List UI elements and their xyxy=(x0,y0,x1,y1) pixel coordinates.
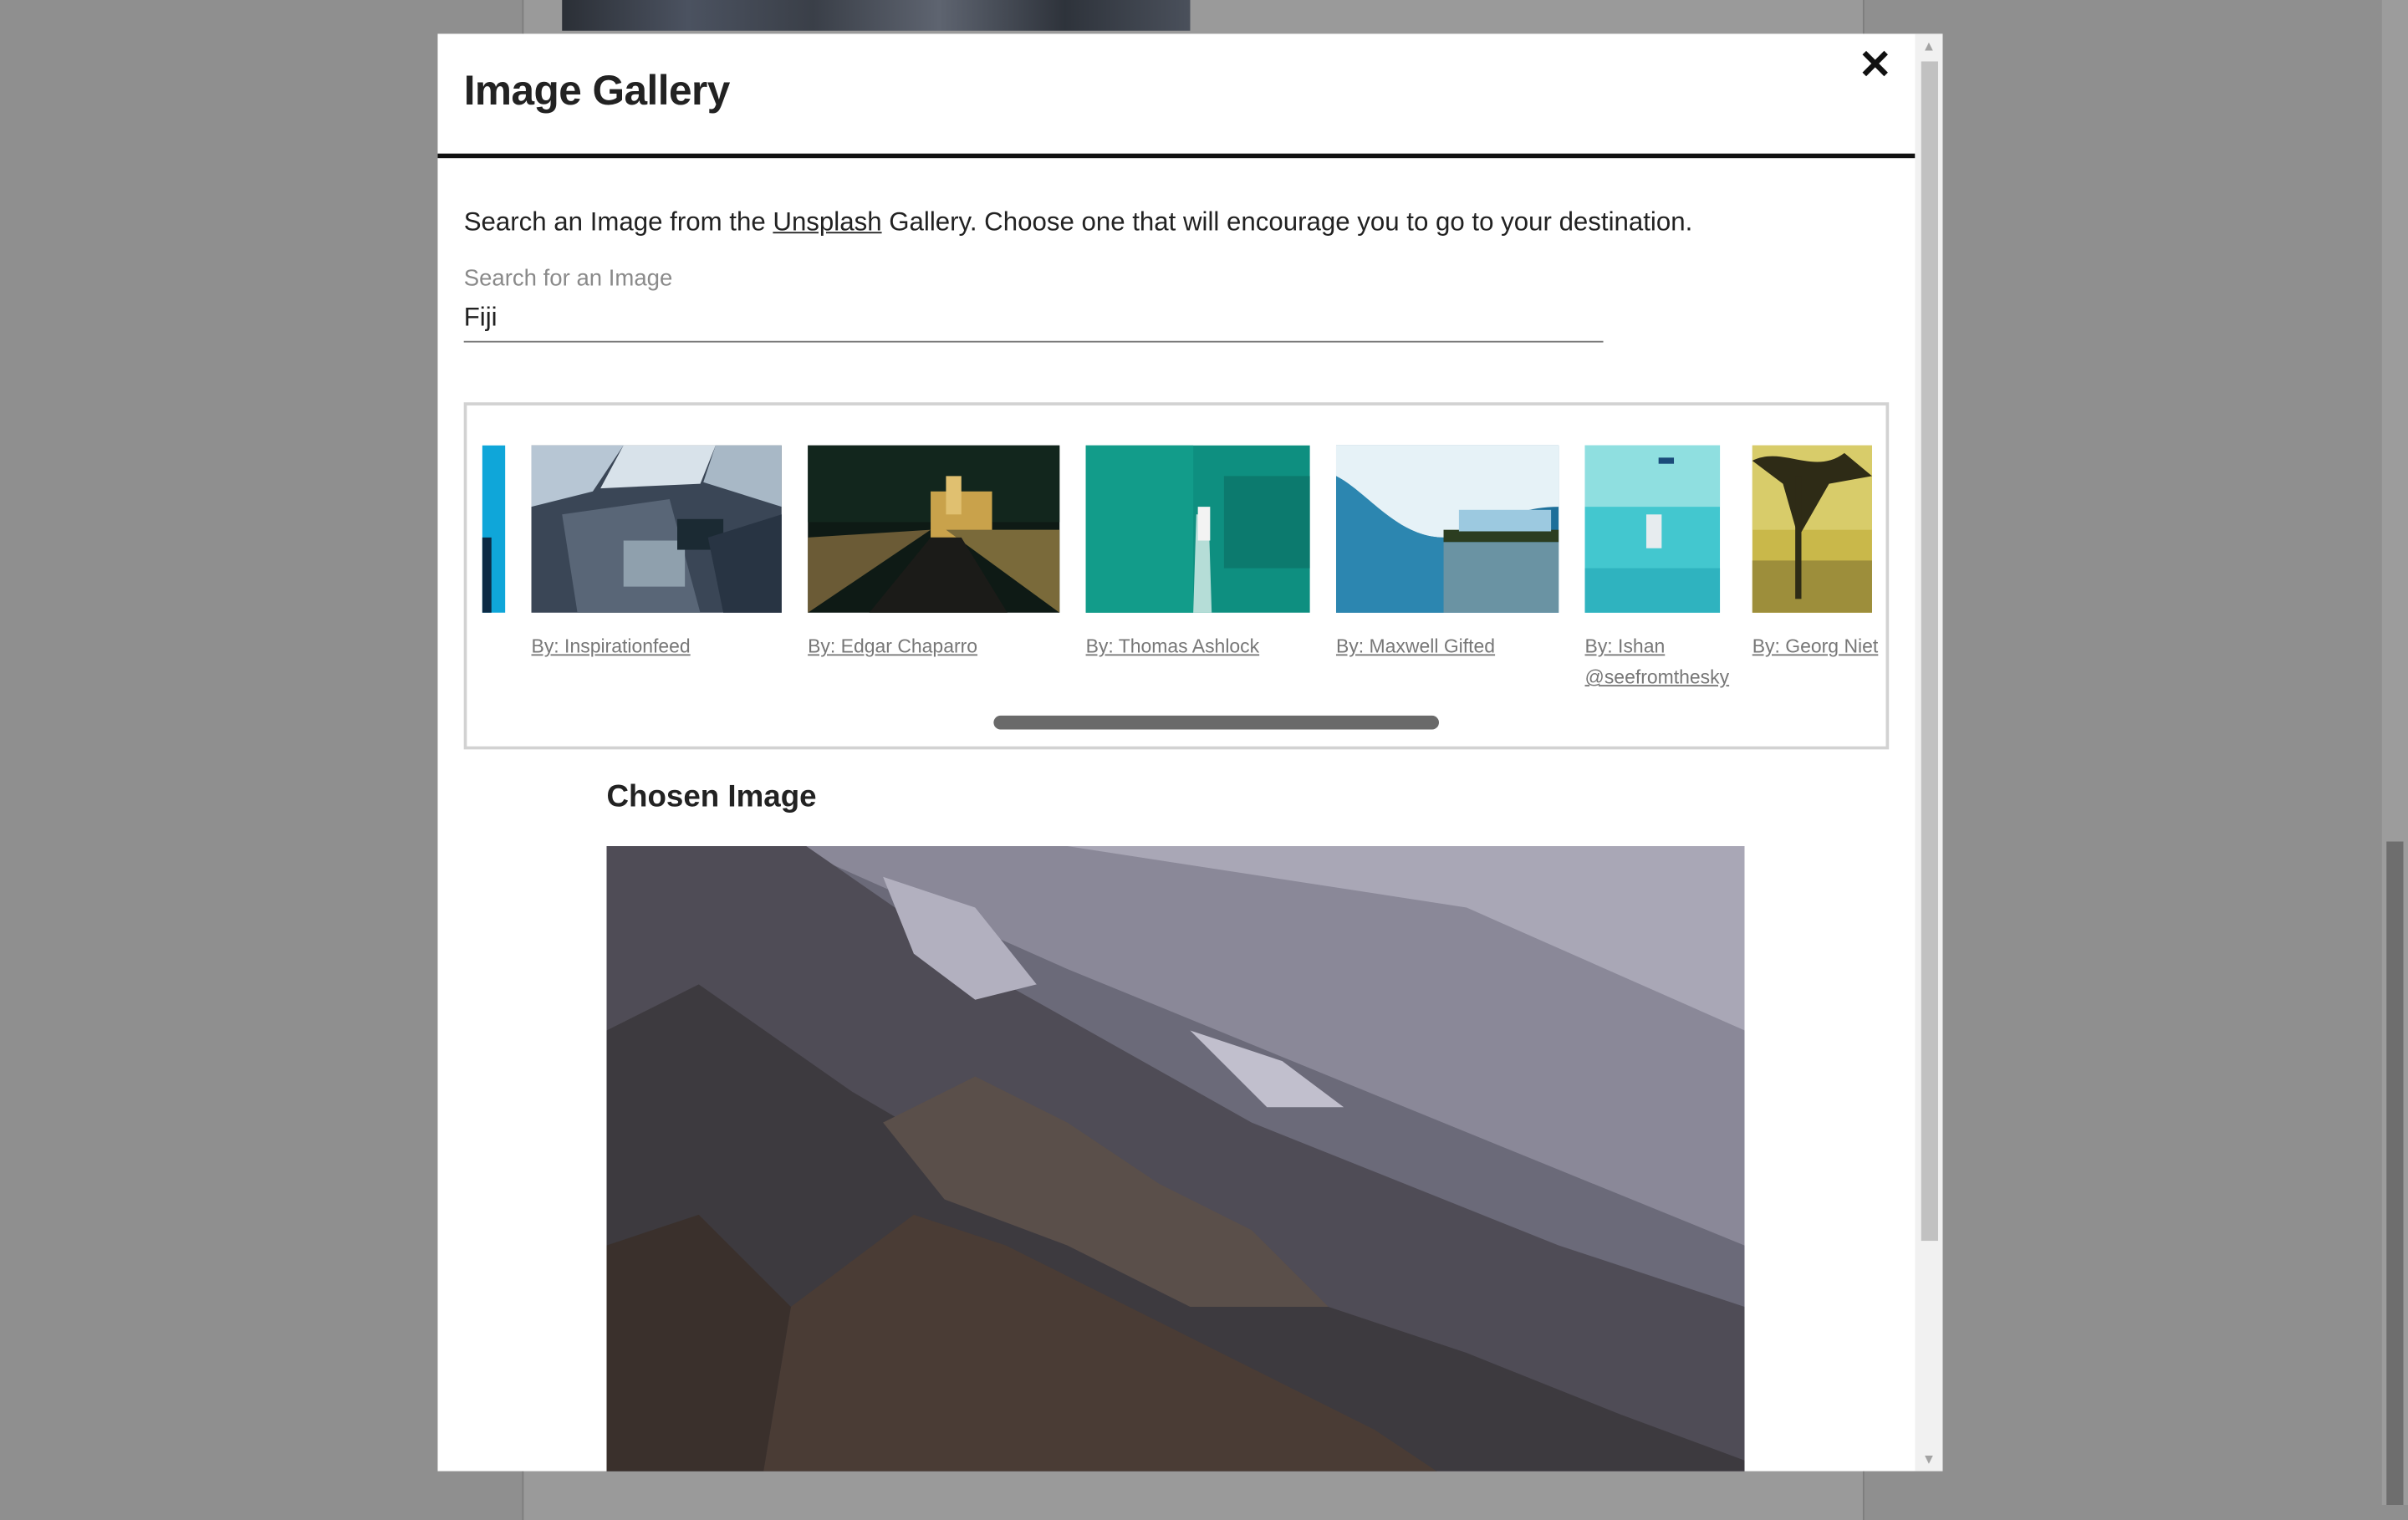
modal-title: Image Gallery xyxy=(463,67,731,114)
modal-scrollbar[interactable]: ▲ ▼ xyxy=(1915,33,1943,1472)
scroll-up-icon[interactable]: ▲ xyxy=(1915,33,1942,58)
aerial-beach-photo xyxy=(1584,445,1721,613)
background-city-photo xyxy=(562,0,1191,31)
page-scrollbar-thumb[interactable] xyxy=(2386,841,2404,1505)
close-icon[interactable]: ✕ xyxy=(1857,44,1894,84)
scroll-down-icon[interactable]: ▼ xyxy=(1915,1446,1942,1471)
gallery-item[interactable]: By: Ishan @seefromthesky xyxy=(1584,445,1729,688)
search-label: Search for an Image xyxy=(463,265,673,292)
palm-sunset-photo xyxy=(1752,445,1872,613)
gallery-carousel: By: Inspirationfeed By: Edgar Chaparro B… xyxy=(463,402,1890,750)
intro-text-after: Gallery. Choose one that will encourage … xyxy=(881,207,1693,237)
modal-scrollbar-thumb[interactable] xyxy=(1921,61,1938,1242)
boat-ocean-photo xyxy=(1085,445,1310,613)
intro-text: Search an Image from the Unsplash Galler… xyxy=(464,207,1693,238)
partial-photo xyxy=(482,445,506,613)
gallery-item-partial[interactable] xyxy=(482,445,506,613)
gallery-item[interactable]: By: Edgar Chaparro xyxy=(808,445,1060,657)
gallery-caption[interactable]: By: Maxwell Gifted xyxy=(1336,631,1495,662)
image-gallery-modal: Image Gallery ✕ Search an Image from the… xyxy=(437,33,1943,1472)
caption-line-1[interactable]: By: Ishan xyxy=(1585,635,1666,657)
city-night-photo xyxy=(808,445,1060,613)
volcanic-slope-photo xyxy=(606,846,1745,1472)
gallery-scrollbar[interactable] xyxy=(993,715,1440,730)
intro-text-before: Search an Image from the xyxy=(463,207,773,237)
gallery-caption[interactable]: By: Edgar Chaparro xyxy=(808,631,977,662)
chosen-image-title: Chosen Image xyxy=(606,780,817,814)
gallery-item[interactable]: By: Maxwell Gifted xyxy=(1335,445,1559,657)
cockpit-photo xyxy=(531,445,782,613)
unsplash-link[interactable]: Unsplash xyxy=(773,207,881,237)
search-input[interactable] xyxy=(463,294,1604,343)
page-scrollbar[interactable] xyxy=(2381,0,2408,1505)
caption-line-2[interactable]: @seefromthesky xyxy=(1585,666,1730,688)
gallery-caption[interactable]: By: Georg Niet xyxy=(1752,631,1879,662)
gallery-caption[interactable]: By: Thomas Ashlock xyxy=(1086,631,1260,662)
gallery-item[interactable]: By: Inspirationfeed xyxy=(531,445,782,657)
modal-header: Image Gallery ✕ xyxy=(437,33,1916,159)
wave-barrel-photo xyxy=(1335,445,1559,613)
gallery-item[interactable]: By: Thomas Ashlock xyxy=(1085,445,1310,657)
gallery-caption[interactable]: By: Ishan @seefromthesky xyxy=(1585,631,1730,692)
gallery-caption[interactable]: By: Inspirationfeed xyxy=(532,631,691,662)
gallery-item[interactable]: By: Georg Niet xyxy=(1752,445,1878,657)
